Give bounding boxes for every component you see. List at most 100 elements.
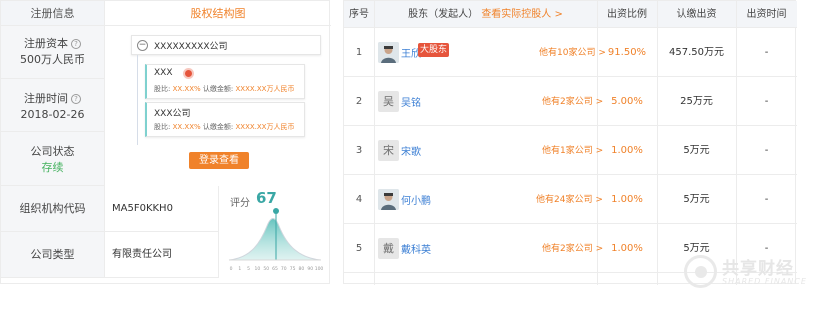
watermark-cn-text: 共享财经 xyxy=(722,259,794,279)
table-row[interactable]: 2 吴吴铭 他有2家公司 > 5.00% 25万元 - xyxy=(344,77,797,126)
col-header-time: 出资时间 xyxy=(736,1,797,28)
subscribed-amount: 25万元 xyxy=(680,96,713,107)
related-companies-link[interactable]: 他有1家公司 > xyxy=(542,143,603,156)
related-companies-link[interactable]: 他有24家公司 > xyxy=(536,192,603,205)
registration-date-value: 2018-02-26 xyxy=(20,108,85,121)
row-index: 5 xyxy=(355,243,363,254)
company-status-value: 存续 xyxy=(41,161,64,174)
row-index: 1 xyxy=(355,47,363,58)
row-index: 3 xyxy=(355,145,363,156)
root-company-name: XXXXXXXXX公司 xyxy=(154,42,228,52)
ratio-value: 1.00% xyxy=(611,243,643,254)
shareholder-avatar[interactable]: 吴 xyxy=(378,91,399,112)
ratio-value: 1.00% xyxy=(611,145,643,156)
table-row[interactable]: 4 何小鹏 他有24家公司 > 1.00% 5万元 - xyxy=(344,175,797,224)
contribution-time: - xyxy=(764,96,769,107)
company-status-cell: 公司状态 存续 xyxy=(1,132,105,186)
company-info-panel: 注册信息 股权结构图 注册资本? 500万人民币 注册时间? 2018-02-2… xyxy=(0,0,331,284)
row-index: 4 xyxy=(355,194,363,205)
score-tick-label: 10 xyxy=(255,266,261,272)
tree-connector xyxy=(137,55,138,145)
shareholder-avatar[interactable]: 戴 xyxy=(378,238,399,259)
score-axis-ticks: 0 1 5 10 50 65 70 75 80 90 100 xyxy=(230,266,324,272)
help-icon[interactable]: ? xyxy=(71,94,81,104)
shareholder-table: 序号 股东（发起人） 查看实际控股人 > 出资比例 认缴出资 出资时间 1 王欣大… xyxy=(343,0,797,285)
registered-capital-label: 注册资本 xyxy=(24,37,68,50)
score-tick-label: 0 xyxy=(230,266,233,272)
score-tick-label: 1 xyxy=(238,266,241,272)
major-shareholder-badge: 大股东 xyxy=(418,43,450,57)
contribution-time: - xyxy=(764,145,769,156)
watermark-logo-icon xyxy=(684,255,717,288)
holder-header-label: 股东（发起人） xyxy=(408,9,479,20)
amount-value: XXXX.XX万人民币 xyxy=(235,85,295,93)
score-tick-label: 70 xyxy=(281,266,287,272)
score-tick-label: 5 xyxy=(247,266,250,272)
col-header-amount: 认缴出资 xyxy=(657,1,736,28)
shareholder-avatar[interactable] xyxy=(378,189,399,210)
score-tick-label: 50 xyxy=(263,266,269,272)
score-tick-label: 65 xyxy=(272,266,278,272)
score-tick-label: 100 xyxy=(315,266,324,272)
credit-score-widget: 评分 67 0 1 5 10 50 65 70 75 80 90 100 xyxy=(219,186,331,278)
org-code-label: 组织机构代码 xyxy=(1,186,105,232)
structure-node[interactable]: XXX 股比: XX.XX% 认缴金额: XXXX.XX万人民币 xyxy=(145,64,305,99)
score-marker-dot xyxy=(273,208,279,214)
distribution-area xyxy=(229,218,321,260)
table-row[interactable]: 1 王欣 大股东 他有10家公司 >91.50% 457.50万元 - xyxy=(344,28,797,77)
table-row[interactable]: 3 宋宋歌 他有1家公司 > 1.00% 5万元 - xyxy=(344,126,797,175)
subscribed-amount: 5万元 xyxy=(683,194,710,205)
related-companies-link[interactable]: 他有2家公司 > xyxy=(542,94,603,107)
contribution-time: - xyxy=(764,47,769,58)
shareholder-avatar[interactable]: 宋 xyxy=(378,140,399,161)
col-header-ratio: 出资比例 xyxy=(597,1,657,28)
ratio-value: XX.XX% xyxy=(172,123,201,131)
shareholder-name-link[interactable]: 戴科英 xyxy=(401,241,431,256)
score-tick-label: 80 xyxy=(299,266,305,272)
ratio-value: XX.XX% xyxy=(172,85,201,93)
amount-label: 认缴金额 xyxy=(202,123,231,131)
subscribed-amount: 5万元 xyxy=(683,145,710,156)
person-photo-icon xyxy=(378,189,399,210)
ratio-value: 91.50% xyxy=(607,47,647,58)
col-header-holder: 股东（发起人） 查看实际控股人 > xyxy=(374,1,597,28)
score-tick-label: 75 xyxy=(290,266,296,272)
row-index: 2 xyxy=(355,96,363,107)
registration-info-header: 注册信息 xyxy=(1,1,105,26)
score-tick-label: 90 xyxy=(307,266,313,272)
company-type-label: 公司类型 xyxy=(1,232,105,278)
node-detail: 股比: XX.XX% 认缴金额: XXXX.XX万人民币 xyxy=(154,85,295,93)
shareholder-name-link[interactable]: 宋歌 xyxy=(401,143,421,158)
structure-node[interactable]: XXX公司 股比: XX.XX% 认缴金额: XXXX.XX万人民币 xyxy=(145,102,305,137)
related-companies-link[interactable]: 他有10家公司 > xyxy=(539,45,606,58)
collapse-icon[interactable]: − xyxy=(137,40,148,51)
registered-capital-cell: 注册资本? 500万人民币 xyxy=(1,26,105,79)
contribution-time: - xyxy=(764,194,769,205)
help-icon[interactable]: ? xyxy=(71,39,81,49)
registered-capital-value: 500万人民币 xyxy=(20,53,85,66)
ratio-value: 5.00% xyxy=(611,96,643,107)
login-to-view-button[interactable]: 登录查看 xyxy=(189,152,249,169)
view-controller-link[interactable]: 查看实际控股人 > xyxy=(481,9,563,20)
node-detail: 股比: XX.XX% 认缴金额: XXXX.XX万人民币 xyxy=(154,123,295,131)
shareholder-avatar[interactable] xyxy=(378,42,399,63)
registration-date-label: 注册时间 xyxy=(24,92,68,105)
company-type-value: 有限责任公司 xyxy=(105,232,219,278)
equity-structure-chart: − XXXXXXXXX公司 XXX 股比: XX.XX% 认缴金额: XXXX.… xyxy=(105,26,331,186)
structure-root-node[interactable]: − XXXXXXXXX公司 xyxy=(131,35,321,55)
company-status-label: 公司状态 xyxy=(30,145,75,158)
amount-value: XXXX.XX万人民币 xyxy=(235,123,295,131)
related-companies-link[interactable]: 他有2家公司 > xyxy=(542,241,603,254)
watermark-en-text: SHARED FINANCE xyxy=(722,277,807,286)
shareholder-name-link[interactable]: 何小鹏 xyxy=(401,192,431,207)
equity-structure-title[interactable]: 股权结构图 xyxy=(105,1,331,26)
shareholder-name-link[interactable]: 吴铭 xyxy=(401,94,421,109)
node-name: XXX xyxy=(154,68,173,78)
ratio-label: 股比: xyxy=(154,123,171,131)
col-header-index: 序号 xyxy=(344,1,374,28)
person-photo-icon xyxy=(378,42,399,63)
score-distribution-curve: 0 1 5 10 50 65 70 75 80 90 100 xyxy=(228,208,324,272)
subscribed-amount: 457.50万元 xyxy=(669,47,724,58)
amount-label: 认缴金额 xyxy=(202,85,231,93)
org-code-value: MA5F0KKH0 xyxy=(105,186,219,232)
